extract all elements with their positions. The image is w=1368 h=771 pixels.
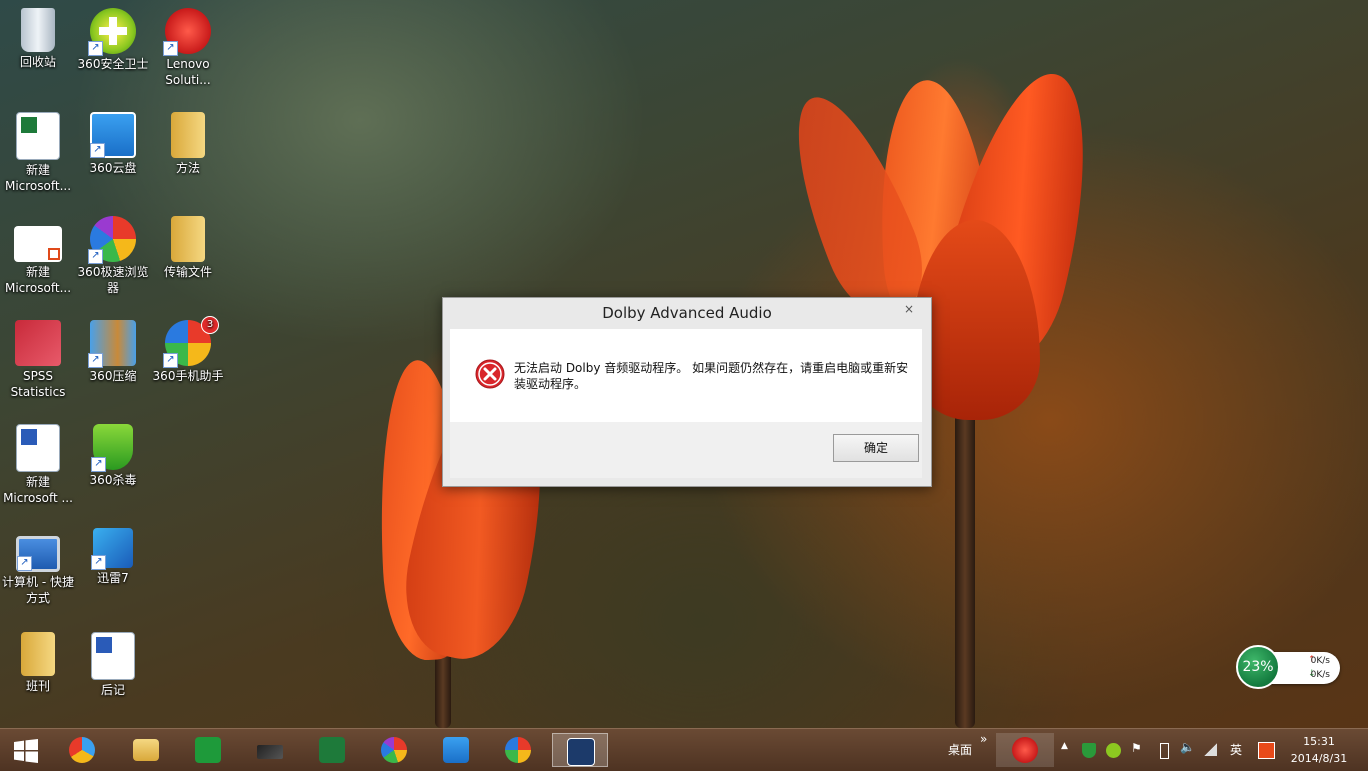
- ok-button[interactable]: 确定: [833, 434, 919, 462]
- 360-antivirus-shield-icon: ↗: [91, 424, 133, 472]
- shortcut-arrow-icon: ↗: [88, 249, 103, 264]
- desktop-icon-360-phone[interactable]: 3 ↗ 360手机助手: [151, 316, 225, 384]
- clock-time: 15:31: [1303, 735, 1335, 748]
- taskbar-file-explorer[interactable]: [122, 733, 168, 767]
- taskbar-app-store-colorful[interactable]: [58, 733, 104, 767]
- xunlei-icon: ↗: [91, 528, 133, 570]
- desktop-icon-lenovo-solution[interactable]: ↗ Lenovo Soluti...: [151, 8, 225, 88]
- 360-safe-tray-icon[interactable]: [1106, 743, 1121, 758]
- desktop-icon-360-browser[interactable]: ↗ 360极速浏览器: [76, 216, 150, 296]
- shortcut-arrow-icon: ↗: [91, 555, 106, 570]
- folder-icon: [133, 739, 159, 761]
- 360-cloud-icon: ↗: [90, 112, 136, 158]
- folder-icon: [21, 632, 55, 676]
- notification-badge: 3: [201, 316, 219, 334]
- desktop-icon-360-cloud[interactable]: ↗ 360云盘: [76, 112, 150, 176]
- 360-browser-icon: ↗: [88, 216, 136, 264]
- lenovo-solution-icon: [1012, 737, 1038, 763]
- error-dialog: Dolby Advanced Audio × 无法启动 Dolby 音频驱动程序…: [442, 297, 932, 487]
- taskbar-excel[interactable]: [308, 733, 354, 767]
- dialog-close-button[interactable]: ×: [895, 301, 923, 319]
- excel-file-icon: [16, 112, 60, 160]
- pen-app-icon: [257, 745, 283, 759]
- dialog-footer: 确定: [450, 422, 922, 478]
- desktop-icon-houji[interactable]: 后记: [76, 632, 150, 698]
- desktop-icon-blank-doc[interactable]: 新建 Microsoft...: [1, 216, 75, 296]
- shortcut-arrow-icon: ↗: [88, 41, 103, 56]
- taskbar-app-pen[interactable]: [246, 733, 292, 767]
- shortcut-arrow-icon: ↗: [163, 353, 178, 368]
- desktop-icon-computer[interactable]: ↗ 计算机 - 快捷方式: [1, 528, 75, 606]
- desktop-icon-360-zip[interactable]: ↗ 360压缩: [76, 320, 150, 384]
- dolby-icon: [567, 738, 595, 766]
- 360-browser-icon: [381, 737, 407, 763]
- windows-logo-icon: [14, 739, 38, 763]
- 360-phone-assistant-icon: 3 ↗: [163, 316, 219, 368]
- upload-speed: 0K/s: [1310, 656, 1330, 666]
- desktop-toolbar-label[interactable]: 桌面: [948, 741, 972, 758]
- 360-shield-tray-icon[interactable]: [1082, 743, 1096, 758]
- 360-phone-assistant-icon: [505, 737, 531, 763]
- shortcut-arrow-icon: ↗: [17, 556, 32, 571]
- desktop-icon-folder-bankan[interactable]: 班刊: [1, 632, 75, 694]
- excel-icon: [319, 737, 345, 763]
- network-signal-icon[interactable]: [1204, 743, 1217, 756]
- show-hidden-icons-icon[interactable]: ▲: [1061, 741, 1068, 751]
- desktop-icon-xunlei[interactable]: ↗ 迅雷7: [76, 528, 150, 586]
- taskbar-360-cloud[interactable]: [432, 733, 478, 767]
- dialog-title: Dolby Advanced Audio: [602, 304, 772, 322]
- blank-file-icon: [14, 226, 62, 262]
- folder-icon: [171, 112, 205, 158]
- recycle-bin-icon: [21, 8, 55, 52]
- store-icon: [195, 737, 221, 763]
- 360-safe-icon: ↗: [88, 8, 136, 56]
- ime-indicator[interactable]: 英: [1230, 741, 1242, 758]
- memory-usage-percent[interactable]: 23%: [1236, 645, 1280, 689]
- start-button[interactable]: [2, 733, 48, 767]
- taskbar-dolby-active[interactable]: [552, 733, 608, 767]
- sogou-input-icon[interactable]: [1258, 742, 1275, 759]
- colorful-app-icon: [69, 737, 95, 763]
- desktop-icon-360-safe[interactable]: ↗ 360安全卫士: [76, 8, 150, 72]
- volume-icon[interactable]: 🔈: [1180, 740, 1195, 754]
- taskbar: 桌面 » ▲ ⚑ 🔈 英 15:31 2014/8/31: [0, 728, 1368, 771]
- word-file-icon: [91, 632, 135, 680]
- flag-icon[interactable]: ⚑: [1131, 741, 1142, 755]
- spss-icon: [15, 320, 61, 366]
- taskbar-360-browser[interactable]: [370, 733, 416, 767]
- desktop-icon-recycle-bin[interactable]: 回收站: [1, 8, 75, 70]
- desktop-icon-spss[interactable]: SPSS Statistics: [1, 320, 75, 400]
- dialog-body: 无法启动 Dolby 音频驱动程序。 如果问题仍然存在，请重启电脑或重新安装驱动…: [450, 329, 922, 422]
- taskbar-windows-store[interactable]: [184, 733, 230, 767]
- toolbar-expand-icon[interactable]: »: [980, 732, 987, 746]
- computer-icon: ↗: [16, 536, 60, 572]
- shortcut-arrow-icon: ↗: [90, 143, 105, 158]
- download-speed: 0K/s: [1310, 670, 1330, 680]
- word-file-icon: [16, 424, 60, 472]
- desktop-icon-360-antivirus[interactable]: ↗ 360杀毒: [76, 424, 150, 488]
- dialog-message: 无法启动 Dolby 音频驱动程序。 如果问题仍然存在，请重启电脑或重新安装驱动…: [514, 361, 909, 391]
- clock-date: 2014/8/31: [1290, 752, 1348, 765]
- folder-icon: [171, 216, 205, 262]
- shortcut-arrow-icon: ↗: [163, 41, 178, 56]
- shortcut-arrow-icon: ↗: [91, 457, 106, 472]
- taskbar-lenovo-solution[interactable]: [996, 733, 1054, 767]
- system-clock[interactable]: 15:31 2014/8/31: [1284, 733, 1354, 767]
- shortcut-arrow-icon: ↗: [88, 353, 103, 368]
- error-icon: [475, 359, 505, 389]
- battery-icon[interactable]: [1160, 743, 1169, 759]
- desktop-icon-folder-fangfa[interactable]: 方法: [151, 112, 225, 176]
- network-speed-widget[interactable]: ↑ 0K/s ↓ 0K/s 23%: [1236, 645, 1342, 689]
- desktop-icon-excel-doc[interactable]: 新建 Microsoft...: [1, 112, 75, 194]
- 360-cloud-icon: [443, 737, 469, 763]
- 360-zip-icon: ↗: [88, 320, 136, 368]
- desktop-icon-folder-transfer[interactable]: 传输文件: [151, 216, 225, 280]
- desktop-icon-word-doc[interactable]: 新建 Microsoft ...: [1, 424, 75, 506]
- taskbar-360-phone[interactable]: [494, 733, 540, 767]
- lenovo-solution-icon: ↗: [163, 8, 211, 56]
- close-icon: ×: [903, 302, 915, 316]
